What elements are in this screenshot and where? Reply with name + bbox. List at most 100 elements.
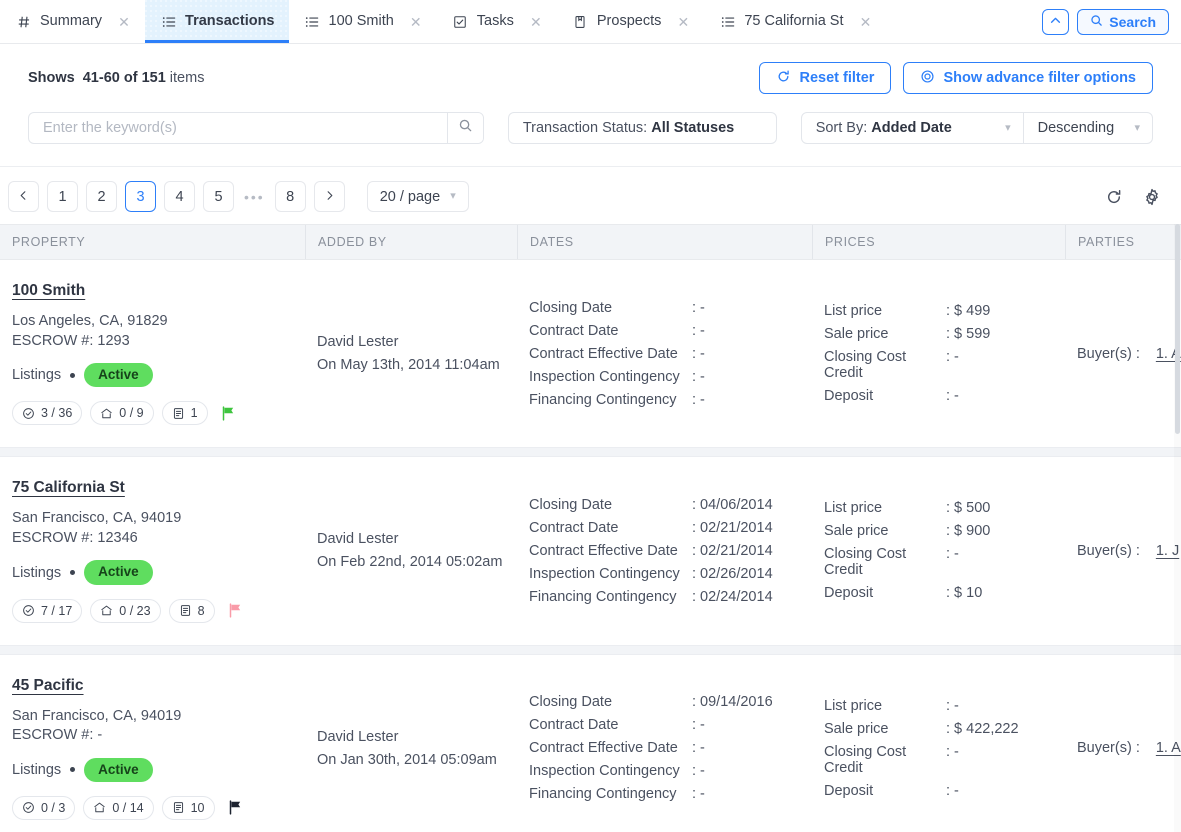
property-escrow: ESCROW #: 12346 [12,529,293,549]
results-summary: Shows41-60 of 151 items [28,70,204,86]
listings-badge-value: 0 / 9 [119,406,143,420]
sort-direction-select[interactable]: Descending ▾ [1023,113,1152,143]
tasks-badge[interactable]: 0 / 3 [12,796,75,820]
collapse-panel-button[interactable] [1042,9,1069,35]
search-button[interactable]: Search [1077,9,1169,35]
price-key: List price [824,303,946,319]
check-circle-icon [22,801,35,814]
property-address: Los Angeles, CA, 91829 [12,312,293,332]
pagination-ellipsis: ••• [242,189,267,205]
added-on-date: On Feb 22nd, 2014 05:02am [317,554,505,570]
parties-label: Buyer(s) : [1077,543,1140,559]
page-button-last[interactable]: 8 [275,181,306,212]
date-key: Inspection Contingency [529,566,692,582]
flag-icon[interactable] [227,602,244,619]
property-escrow: ESCROW #: 1293 [12,332,293,352]
flag-icon[interactable] [227,799,244,816]
eye-target-icon [920,69,935,88]
cell-property: 75 California St San Francisco, CA, 9401… [0,457,305,644]
date-value: : - [692,346,705,362]
property-badges: 0 / 3 0 / 14 10 [12,796,293,820]
price-value: : - [946,388,959,404]
date-key: Closing Date [529,694,692,710]
documents-badge[interactable]: 8 [169,599,215,623]
tab-label: 100 Smith [329,14,394,29]
list-icon [720,14,735,29]
search-input[interactable] [29,113,447,143]
flag-icon[interactable] [220,405,237,422]
tab-label: Prospects [597,14,661,29]
page-button-4[interactable]: 4 [164,181,195,212]
table-row[interactable]: 100 Smith Los Angeles, CA, 91829 ESCROW … [0,260,1181,447]
documents-badge[interactable]: 1 [162,401,208,425]
pagination: 1 2 3 4 5 ••• 8 20 / page ▾ [8,181,469,212]
gear-icon[interactable] [1143,188,1161,206]
price-key: List price [824,698,946,714]
sort-by-select[interactable]: Sort By:Added Date ▾ [802,113,1023,143]
cell-added-by: David Lester On Jan 30th, 2014 05:09am [305,655,517,832]
table-row[interactable]: 75 California St San Francisco, CA, 9401… [0,457,1181,644]
cell-parties: Buyer(s) : 1. J [1065,457,1181,644]
house-icon [100,604,113,617]
property-link[interactable]: 75 California St [12,479,125,497]
table-row[interactable]: 45 Pacific San Francisco, CA, 94019 ESCR… [0,655,1181,832]
parties-label: Buyer(s) : [1077,346,1140,362]
date-key: Closing Date [529,497,692,513]
page-button-1[interactable]: 1 [47,181,78,212]
per-page-select[interactable]: 20 / page ▾ [367,181,469,212]
page-button-5[interactable]: 5 [203,181,234,212]
price-value: : $ 599 [946,326,990,342]
price-value: : - [946,698,959,714]
refresh-icon[interactable] [1105,188,1123,206]
vertical-scrollbar[interactable] [1174,224,1181,832]
date-value: : 02/26/2014 [692,566,773,582]
date-key: Contract Effective Date [529,543,692,559]
tab-tasks[interactable]: Tasks ✕ [437,0,557,43]
tab-summary[interactable]: Summary ✕ [0,0,145,43]
tab-75-california-st[interactable]: 75 California St ✕ [704,0,886,43]
show-advance-filter-options-button[interactable]: Show advance filter options [903,62,1153,94]
prev-page-button[interactable] [8,181,39,212]
tab-label: Summary [40,14,102,29]
transaction-status-label: Transaction Status: [523,120,647,136]
reset-filter-button[interactable]: Reset filter [759,62,891,94]
cell-dates: Closing Date: 04/06/2014 Contract Date: … [517,457,812,644]
cell-parties: Buyer(s) : 1. A [1065,260,1181,447]
date-value: : 09/14/2016 [692,694,773,710]
show-advance-filter-options-label: Show advance filter options [943,70,1136,86]
keyword-search-button[interactable] [447,113,483,143]
parties-label: Buyer(s) : [1077,740,1140,756]
tab-100-smith[interactable]: 100 Smith ✕ [289,0,437,43]
per-page-value: 20 / page [380,189,440,205]
transaction-status-filter[interactable]: Transaction Status: All Statuses [508,112,777,144]
scrollbar-thumb[interactable] [1175,224,1180,434]
listings-badge[interactable]: 0 / 23 [90,599,160,623]
tasks-badge[interactable]: 3 / 36 [12,401,82,425]
tab-transactions[interactable]: Transactions ✕ [145,0,288,43]
date-key: Financing Contingency [529,589,692,605]
property-link[interactable]: 100 Smith [12,282,85,300]
cell-property: 45 Pacific San Francisco, CA, 94019 ESCR… [0,655,305,832]
price-key: Closing Cost Credit [824,349,946,381]
property-link[interactable]: 45 Pacific [12,677,84,695]
listings-badge[interactable]: 0 / 14 [83,796,153,820]
tasks-badge-value: 7 / 17 [41,604,72,618]
close-icon[interactable]: ✕ [409,15,423,29]
dates-list: Closing Date: - Contract Date: - Contrac… [529,300,800,408]
next-page-button[interactable] [314,181,345,212]
page-button-3[interactable]: 3 [125,181,156,212]
prices-list: List price: $ 499 Sale price: $ 599 Clos… [824,303,1053,404]
close-icon[interactable]: ✕ [859,15,873,29]
tasks-badge[interactable]: 7 / 17 [12,599,82,623]
close-icon[interactable]: ✕ [529,15,543,29]
tab-prospects[interactable]: Prospects ✕ [557,0,704,43]
shows-suffix: items [170,70,205,86]
listings-badge[interactable]: 0 / 9 [90,401,153,425]
close-icon[interactable]: ✕ [117,15,131,29]
page-button-2[interactable]: 2 [86,181,117,212]
prices-list: List price: $ 500 Sale price: $ 900 Clos… [824,500,1053,601]
sort-by-label: Sort By: [816,120,868,136]
filter-controls-row: Transaction Status: All Statuses Sort By… [28,112,1153,144]
documents-badge[interactable]: 10 [162,796,215,820]
close-icon[interactable]: ✕ [676,15,690,29]
